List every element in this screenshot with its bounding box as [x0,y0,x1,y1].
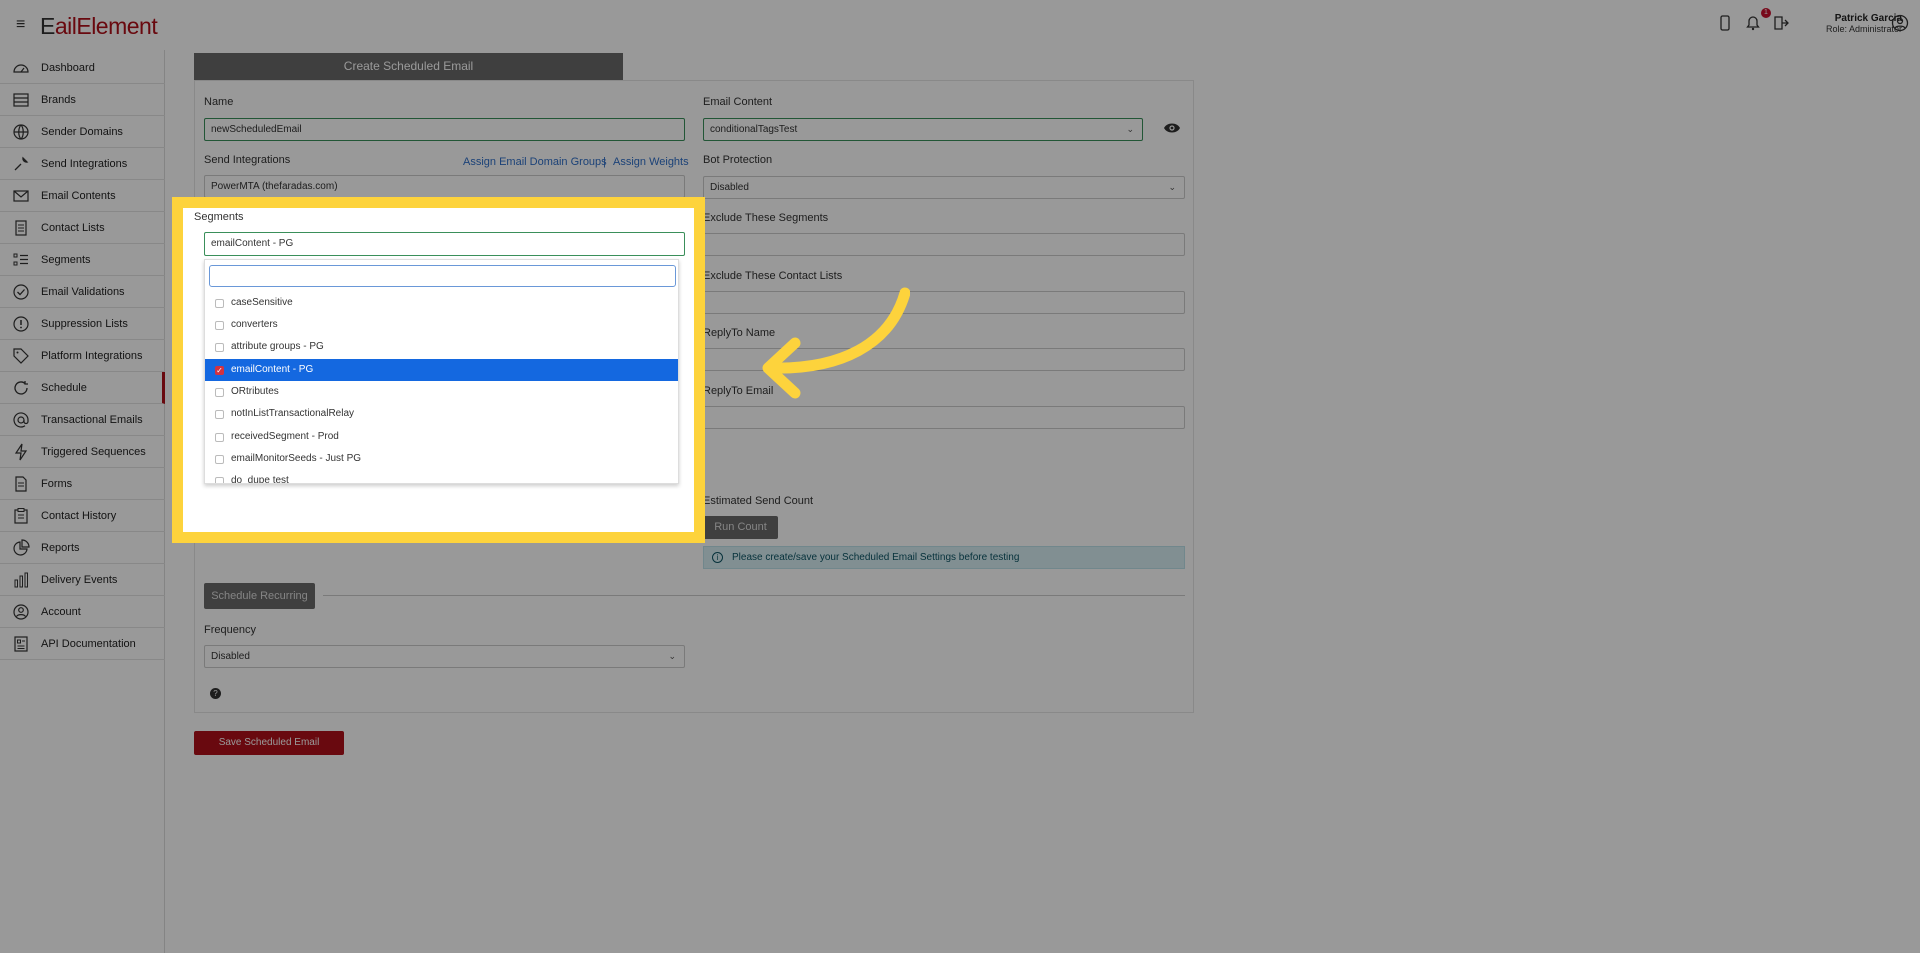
checkbox[interactable] [215,321,224,330]
segments-select[interactable]: emailContent - PG [204,232,685,256]
segment-option[interactable]: attribute groups - PG [205,336,678,358]
checkbox[interactable] [215,299,224,308]
segment-option-label: converters [231,319,278,330]
checkbox[interactable] [215,410,224,419]
segments-dropdown: caseSensitive converters attribute group… [204,259,679,484]
segment-option-label: caseSensitive [231,297,293,308]
segment-option-label: emailContent - PG [231,364,314,375]
segment-option[interactable]: ORtributes [205,381,678,403]
checkbox[interactable] [215,343,224,352]
segments-search-input[interactable] [209,265,676,287]
segment-option-selected[interactable]: ✓ emailContent - PG [205,359,678,381]
checkbox-checked[interactable]: ✓ [215,366,224,375]
segment-option-label: notInListTransactionalRelay [231,408,355,419]
checkbox[interactable] [215,388,224,397]
segment-option-label: receivedSegment - Prod [231,431,339,442]
segment-option-label: do_dupe test [231,475,289,484]
scrollbar-thumb[interactable] [678,412,679,457]
segments-label: Segments [194,211,244,223]
segment-option-label: ORtributes [231,386,279,397]
segment-option[interactable]: receivedSegment - Prod [205,426,678,448]
scrollbar-track[interactable] [678,290,679,484]
checkbox[interactable] [215,433,224,442]
checkbox[interactable] [215,455,224,464]
segment-option[interactable]: caseSensitive [205,292,678,314]
checkbox[interactable] [215,477,224,483]
segment-option[interactable]: emailMonitorSeeds - Just PG [205,448,678,470]
segment-option[interactable]: converters [205,314,678,336]
segment-option[interactable]: notInListTransactionalRelay [205,403,678,425]
annotation-arrow-icon [762,287,910,399]
segment-option[interactable]: do_dupe test [205,470,678,484]
segment-option-label: attribute groups - PG [231,341,324,352]
segment-option-label: emailMonitorSeeds - Just PG [231,453,362,464]
